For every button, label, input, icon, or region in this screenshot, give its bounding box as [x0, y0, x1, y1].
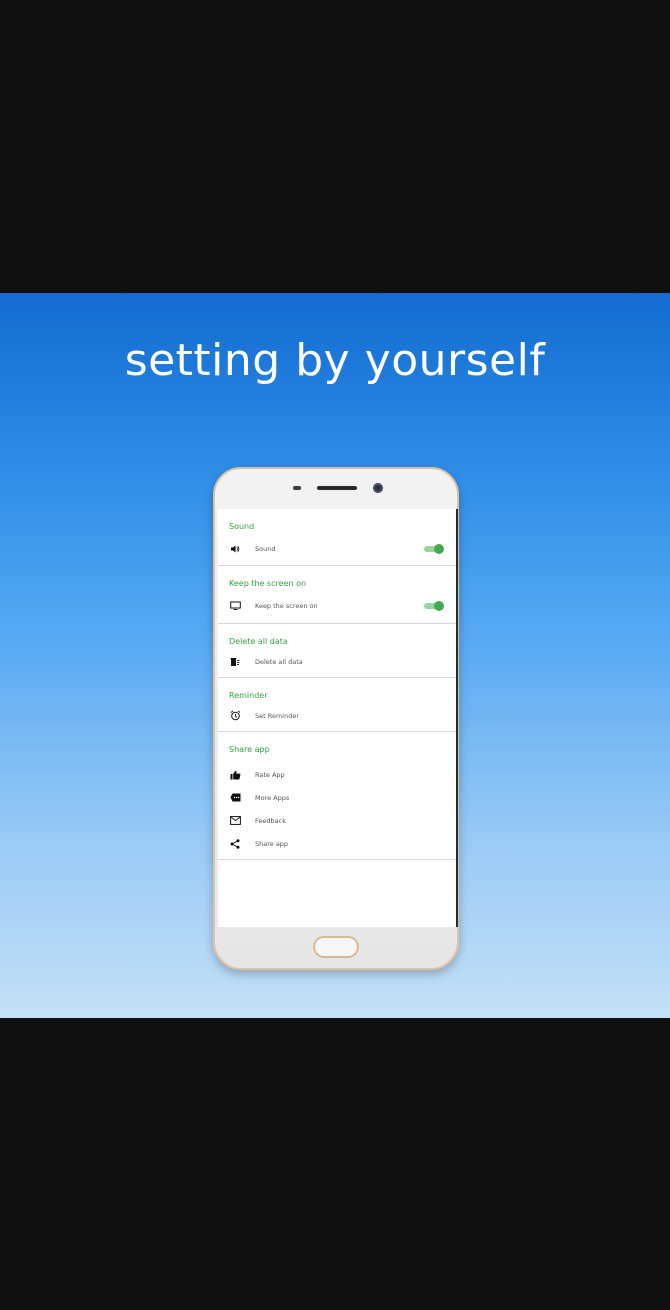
mail-icon: [229, 815, 241, 827]
section-title: Reminder: [229, 691, 268, 700]
thumbs-up-icon: [229, 769, 241, 781]
speaker-icon: [229, 543, 241, 555]
sensor: [293, 486, 301, 490]
section-title: Sound: [229, 522, 255, 531]
monitor-icon: [229, 600, 241, 612]
setting-row-rate-app[interactable]: Rate App: [218, 763, 456, 786]
setting-row-delete-all-data[interactable]: Delete all data: [218, 650, 456, 673]
headline: setting by yourself: [124, 335, 546, 386]
home-button: [313, 936, 359, 958]
section-title: Share app: [229, 745, 270, 754]
setting-row-feedback[interactable]: Feedback: [218, 809, 456, 832]
share-icon: [229, 838, 241, 850]
setting-label: Rate App: [255, 770, 285, 779]
setting-row-more-apps[interactable]: More Apps: [218, 786, 456, 809]
section-title: Delete all data: [229, 637, 288, 646]
section-sound: Sound Sound: [218, 509, 456, 566]
front-camera: [373, 483, 383, 493]
section-title: Keep the screen on: [229, 579, 307, 588]
earpiece-speaker: [317, 486, 357, 490]
more-apps-icon: [229, 792, 241, 804]
delete-data-icon: [229, 656, 241, 668]
setting-row-keep-screen-on[interactable]: Keep the screen on: [218, 594, 456, 617]
setting-label: More Apps: [255, 793, 290, 802]
setting-label: Delete all data: [255, 657, 303, 666]
section-share-app: Share app Rate App More Apps Feedback Sh…: [218, 732, 456, 860]
promo-banner: setting by yourself Sound Sound Keep the…: [0, 293, 670, 1018]
phone-mockup: Sound Sound Keep the screen on Keep the …: [213, 467, 459, 970]
setting-row-set-reminder[interactable]: Set Reminder: [218, 704, 456, 727]
setting-label: Share app: [255, 839, 289, 848]
keep-screen-on-toggle[interactable]: [424, 600, 444, 611]
section-reminder: Reminder Set Reminder: [218, 678, 456, 732]
setting-label: Feedback: [255, 816, 286, 825]
settings-screen: Sound Sound Keep the screen on Keep the …: [218, 509, 458, 927]
setting-label: Sound: [255, 544, 276, 553]
setting-row-sound[interactable]: Sound: [218, 537, 456, 560]
section-delete-all-data: Delete all data Delete all data: [218, 624, 456, 678]
setting-row-share-app[interactable]: Share app: [218, 832, 456, 855]
setting-label: Keep the screen on: [255, 601, 318, 610]
setting-label: Set Reminder: [255, 711, 300, 720]
alarm-clock-icon: [229, 710, 241, 722]
sound-toggle[interactable]: [424, 543, 444, 554]
section-keep-screen-on: Keep the screen on Keep the screen on: [218, 566, 456, 624]
